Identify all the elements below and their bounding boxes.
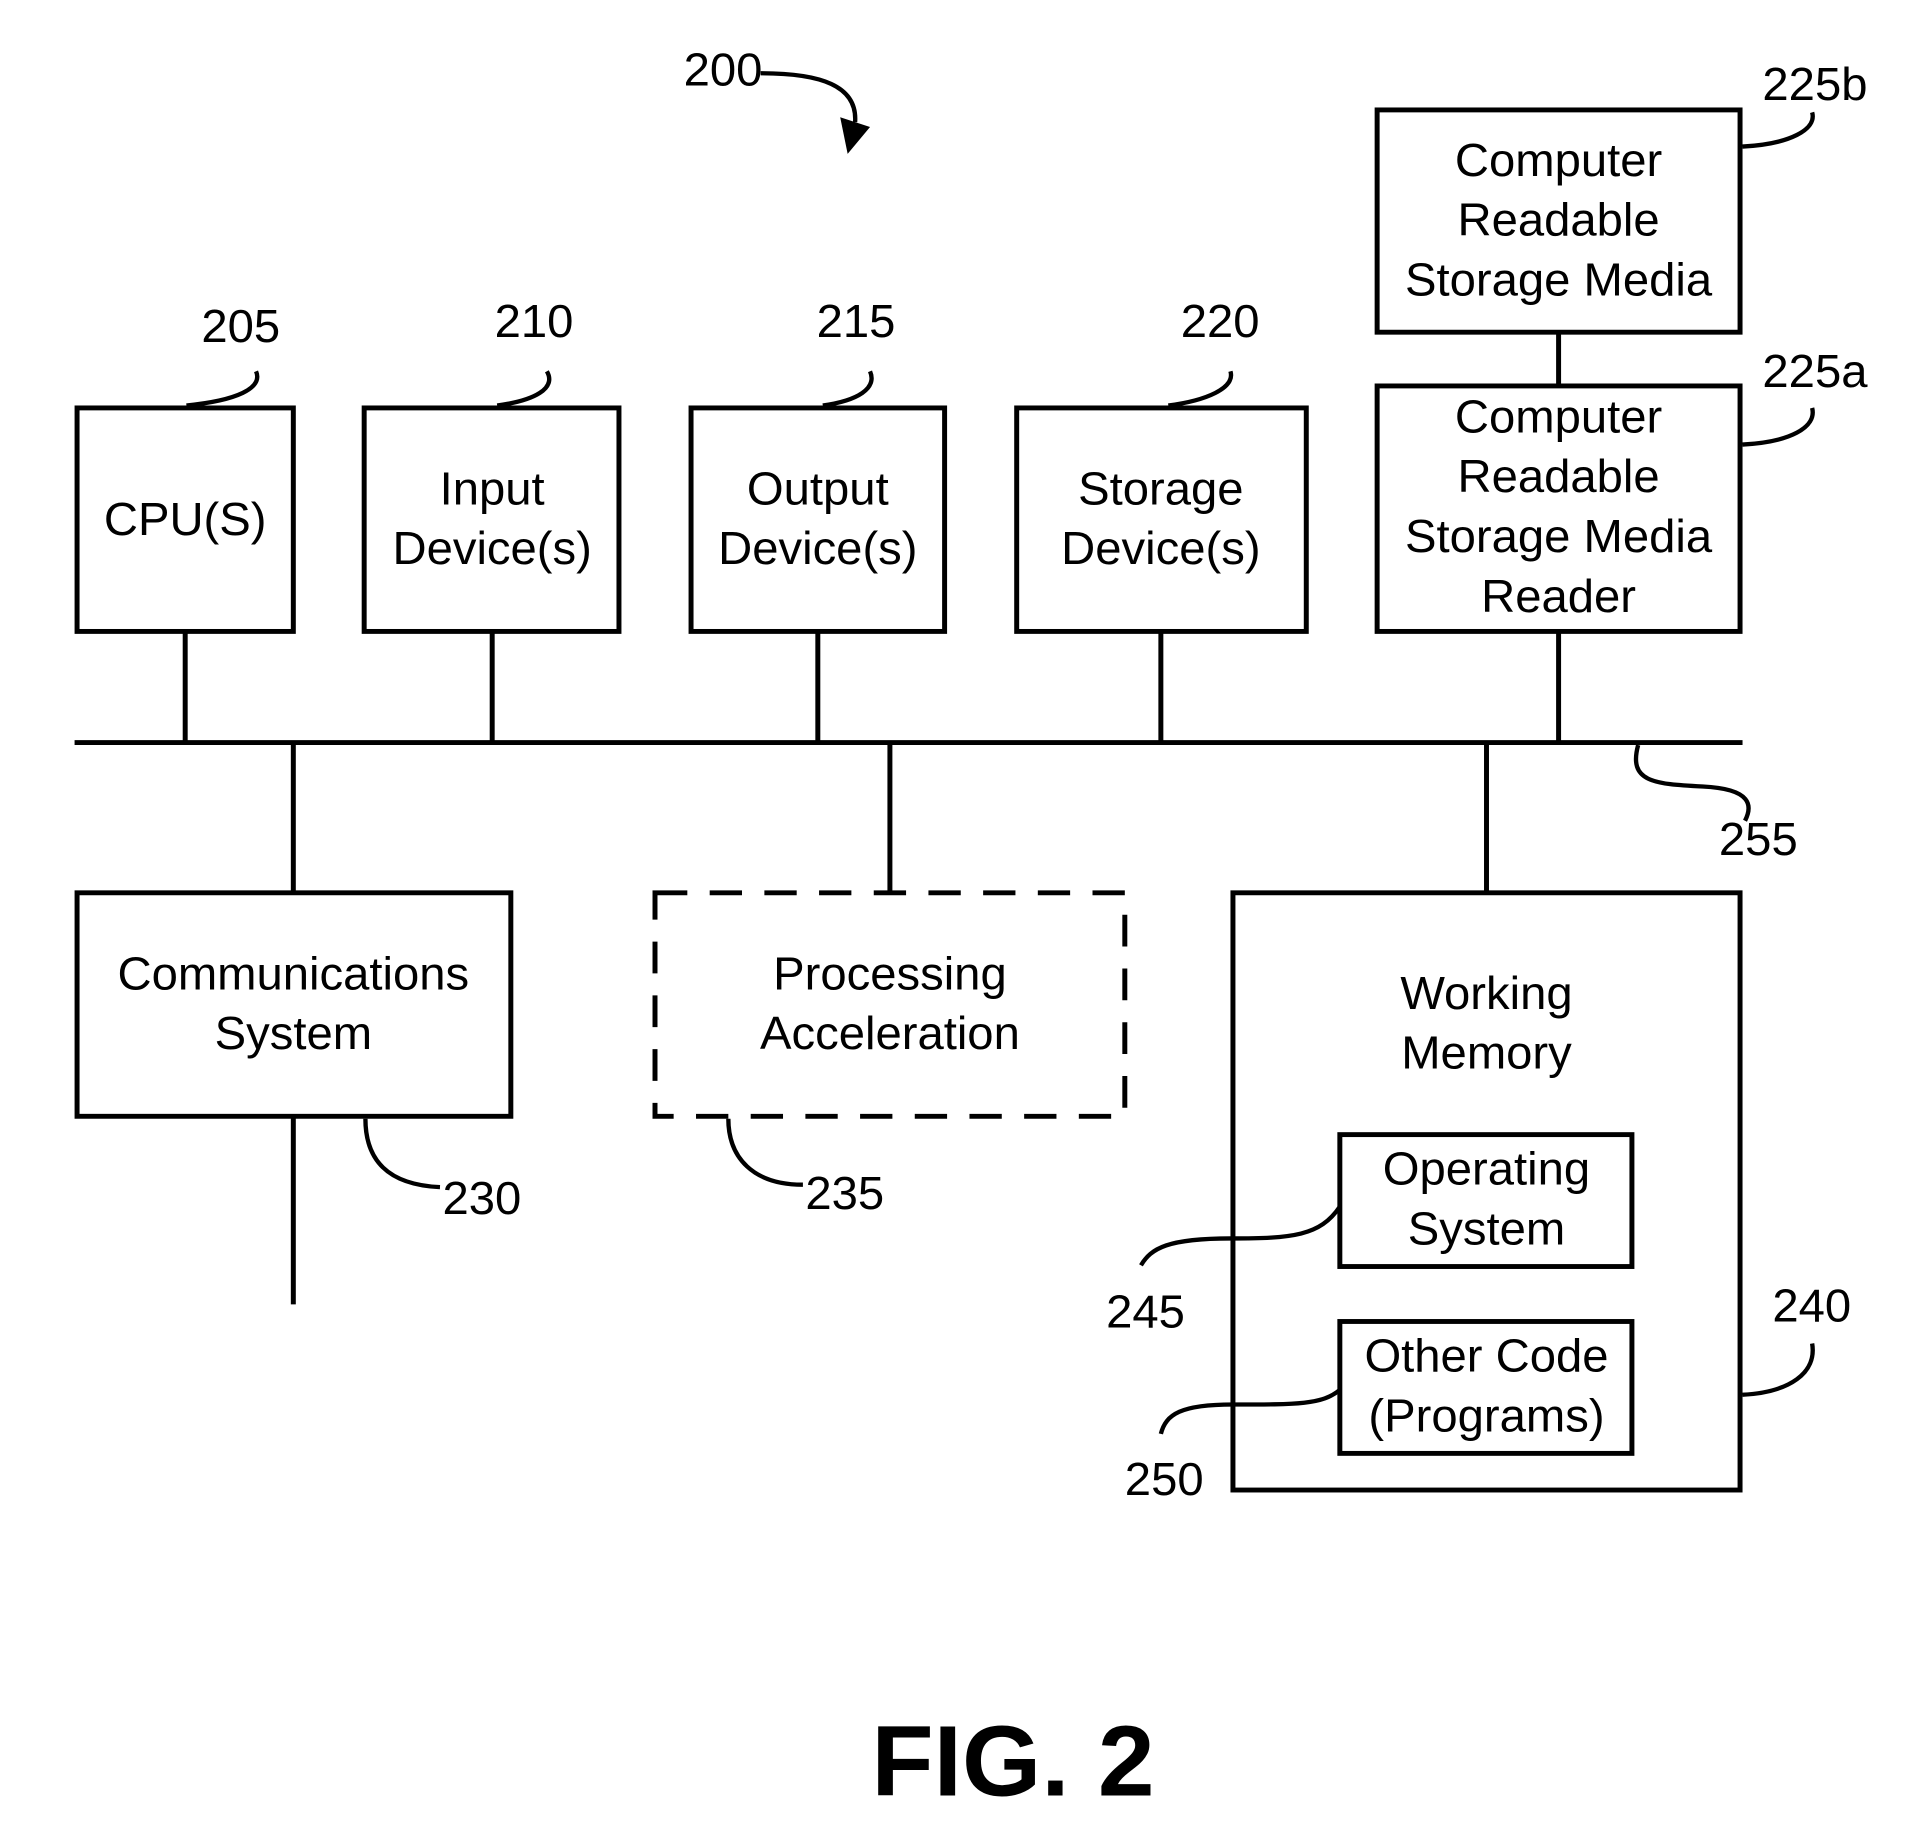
input-device-block: Input Device(s) 210 bbox=[361, 295, 622, 743]
input-device-box bbox=[361, 405, 622, 634]
working-memory-label-line1: Working bbox=[1400, 967, 1572, 1019]
figure-ref-arrow-line bbox=[760, 71, 858, 123]
os-label-line2: System bbox=[1408, 1203, 1565, 1255]
other-code-ref: 250 bbox=[1125, 1453, 1204, 1505]
reader-ref-leader bbox=[1742, 407, 1815, 447]
processing-acceleration-block: Processing Acceleration 235 bbox=[652, 742, 1128, 1219]
storage-media-ref: 225b bbox=[1762, 59, 1867, 111]
storage-media-label-line3: Storage Media bbox=[1405, 254, 1713, 306]
comms-ref: 230 bbox=[442, 1172, 521, 1224]
arrow-head-icon bbox=[840, 117, 871, 154]
storage-media-ref-leader bbox=[1742, 111, 1815, 149]
reader-label-line3: Storage Media bbox=[1405, 510, 1713, 562]
communications-block: Communications System 230 bbox=[74, 742, 521, 1305]
storage-media-block: Computer Readable Storage Media 225b bbox=[1374, 59, 1867, 386]
system-block-diagram: 200 255 CPU(S) 205 Input Device(s) 210 O… bbox=[74, 44, 1868, 1817]
storage-device-block: Storage Device(s) 220 bbox=[1014, 295, 1309, 743]
reader-ref: 225a bbox=[1762, 346, 1868, 398]
cpu-ref: 205 bbox=[201, 300, 280, 352]
comms-ref-leader bbox=[363, 1118, 441, 1190]
communications-box bbox=[74, 890, 514, 1119]
bus-ref-leader bbox=[1633, 744, 1751, 822]
processing-acceleration-box bbox=[652, 890, 1128, 1119]
bus-ref-255: 255 bbox=[1719, 813, 1798, 865]
figure-caption: FIG. 2 bbox=[871, 1706, 1154, 1817]
figure-ref-200: 200 bbox=[684, 44, 763, 96]
storage-ref: 220 bbox=[1181, 295, 1260, 347]
input-ref-leader bbox=[496, 370, 552, 408]
working-memory-label-line2: Memory bbox=[1401, 1027, 1572, 1079]
accel-ref-leader bbox=[726, 1118, 803, 1187]
output-device-label-line2: Device(s) bbox=[718, 523, 917, 575]
output-ref: 215 bbox=[817, 295, 896, 347]
accel-label-line2: Acceleration bbox=[760, 1007, 1020, 1059]
output-ref-leader bbox=[822, 370, 874, 408]
input-device-label-line1: Input bbox=[440, 463, 545, 515]
storage-media-reader-block: Computer Readable Storage Media Reader 2… bbox=[1374, 346, 1868, 743]
input-device-label-line2: Device(s) bbox=[392, 523, 591, 575]
communications-label-line1: Communications bbox=[117, 948, 469, 1000]
cpu-block: CPU(S) 205 bbox=[74, 300, 296, 743]
other-code-label-line2: (Programs) bbox=[1368, 1390, 1604, 1442]
output-device-block: Output Device(s) 215 bbox=[688, 295, 948, 743]
storage-ref-leader bbox=[1168, 370, 1234, 408]
memory-ref-leader bbox=[1742, 1343, 1815, 1397]
reader-label-line1: Computer bbox=[1455, 391, 1662, 443]
cpu-ref-leader bbox=[186, 370, 260, 408]
other-code-label-line1: Other Code bbox=[1364, 1330, 1608, 1382]
storage-device-box bbox=[1014, 405, 1309, 634]
storage-device-label-line1: Storage bbox=[1078, 463, 1243, 515]
output-device-box bbox=[688, 405, 948, 634]
input-ref: 210 bbox=[495, 295, 574, 347]
communications-label-line2: System bbox=[215, 1007, 372, 1059]
storage-device-label-line2: Device(s) bbox=[1061, 523, 1260, 575]
accel-ref: 235 bbox=[805, 1167, 884, 1219]
output-device-label-line1: Output bbox=[747, 463, 889, 515]
storage-media-label-line1: Computer bbox=[1455, 134, 1662, 186]
reader-label-line4: Reader bbox=[1481, 570, 1636, 622]
cpu-label: CPU(S) bbox=[104, 493, 267, 545]
memory-ref: 240 bbox=[1772, 1280, 1851, 1332]
os-ref: 245 bbox=[1106, 1286, 1185, 1338]
accel-label-line1: Processing bbox=[773, 948, 1007, 1000]
storage-media-label-line2: Readable bbox=[1458, 194, 1660, 246]
os-label-line1: Operating bbox=[1383, 1143, 1590, 1195]
reader-label-line2: Readable bbox=[1458, 451, 1660, 503]
